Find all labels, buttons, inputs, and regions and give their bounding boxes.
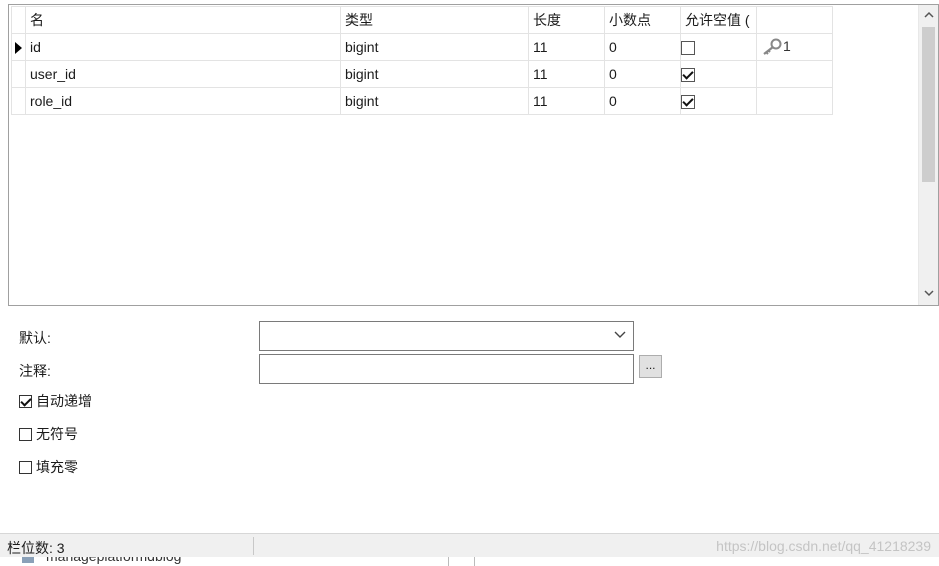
- auto-increment-option[interactable]: 自动递增: [19, 391, 92, 411]
- cell-type[interactable]: bigint: [340, 33, 529, 61]
- zerofill-option[interactable]: 填充零: [19, 457, 78, 477]
- cut-off-item[interactable]: manageplatformdblog: [46, 557, 181, 564]
- table-header-row: 名 类型 长度 小数点 允许空值 (: [11, 6, 833, 34]
- auto-increment-checkbox[interactable]: [19, 394, 32, 408]
- table-row[interactable]: user_id bigint 11 0: [11, 60, 833, 88]
- table-row[interactable]: id bigint 11 0 1: [11, 33, 833, 61]
- key-icon: [763, 38, 782, 56]
- nullable-checkbox[interactable]: [681, 95, 695, 110]
- column-header-name[interactable]: 名: [25, 6, 341, 34]
- default-dropdown[interactable]: [259, 321, 634, 351]
- default-label: 默认:: [19, 330, 51, 346]
- cell-key[interactable]: [756, 60, 833, 88]
- column-header-decimals[interactable]: 小数点: [604, 6, 681, 34]
- cell-length[interactable]: 11: [528, 87, 605, 115]
- cell-decimals[interactable]: 0: [604, 33, 681, 61]
- cell-type[interactable]: bigint: [340, 87, 529, 115]
- watermark-text: https://blog.csdn.net/qq_41218239: [716, 538, 931, 554]
- status-divider: [253, 537, 254, 555]
- comment-input[interactable]: [259, 354, 634, 384]
- cut-off-strip: manageplatformdblog: [0, 557, 939, 566]
- cell-length[interactable]: 11: [528, 60, 605, 88]
- column-header-nullable[interactable]: 允许空值 (: [680, 6, 757, 34]
- column-header-length[interactable]: 长度: [528, 6, 605, 34]
- nullable-checkbox[interactable]: [681, 68, 695, 83]
- vertical-scrollbar[interactable]: [918, 5, 938, 305]
- table-icon: [22, 557, 34, 563]
- nullable-checkbox[interactable]: [681, 41, 695, 56]
- cell-type[interactable]: bigint: [340, 60, 529, 88]
- comment-ellipsis-button[interactable]: ...: [639, 355, 662, 378]
- key-order: 1: [783, 37, 791, 54]
- row-pointer-icon: [15, 42, 22, 55]
- scroll-down-icon[interactable]: [919, 285, 938, 303]
- zerofill-label: 填充零: [36, 459, 78, 475]
- status-bar: 栏位数: 3 https://blog.csdn.net/qq_41218239: [0, 533, 939, 558]
- row-header[interactable]: [11, 33, 26, 61]
- chevron-down-icon[interactable]: [614, 331, 626, 339]
- unsigned-checkbox[interactable]: [19, 427, 32, 441]
- cell-decimals[interactable]: 0: [604, 87, 681, 115]
- cell-key[interactable]: [756, 87, 833, 115]
- row-header[interactable]: [11, 87, 26, 115]
- fields-grid-panel: 名 类型 长度 小数点 允许空值 ( id bigint 11 0 1 user…: [8, 4, 939, 306]
- row-header-corner: [11, 6, 26, 34]
- scroll-thumb[interactable]: [922, 27, 935, 182]
- cell-nullable: [680, 87, 757, 115]
- cell-nullable: [680, 60, 757, 88]
- table-row[interactable]: role_id bigint 11 0: [11, 87, 833, 115]
- divider: [474, 557, 475, 566]
- comment-label: 注释:: [19, 363, 51, 379]
- cell-name[interactable]: id: [25, 33, 341, 61]
- cell-name[interactable]: role_id: [25, 87, 341, 115]
- cell-length[interactable]: 11: [528, 33, 605, 61]
- column-header-type[interactable]: 类型: [340, 6, 529, 34]
- unsigned-label: 无符号: [36, 426, 78, 442]
- cell-key[interactable]: 1: [756, 33, 833, 61]
- zerofill-checkbox[interactable]: [19, 460, 32, 474]
- fields-table: 名 类型 长度 小数点 允许空值 ( id bigint 11 0 1 user…: [11, 6, 833, 115]
- cell-decimals[interactable]: 0: [604, 60, 681, 88]
- scroll-up-icon[interactable]: [919, 7, 938, 25]
- row-header[interactable]: [11, 60, 26, 88]
- divider: [448, 557, 449, 566]
- cell-nullable: [680, 33, 757, 61]
- column-header-key[interactable]: [756, 6, 833, 34]
- cell-name[interactable]: user_id: [25, 60, 341, 88]
- auto-increment-label: 自动递增: [36, 393, 92, 409]
- field-count-status: 栏位数: 3: [7, 540, 65, 556]
- unsigned-option[interactable]: 无符号: [19, 424, 78, 444]
